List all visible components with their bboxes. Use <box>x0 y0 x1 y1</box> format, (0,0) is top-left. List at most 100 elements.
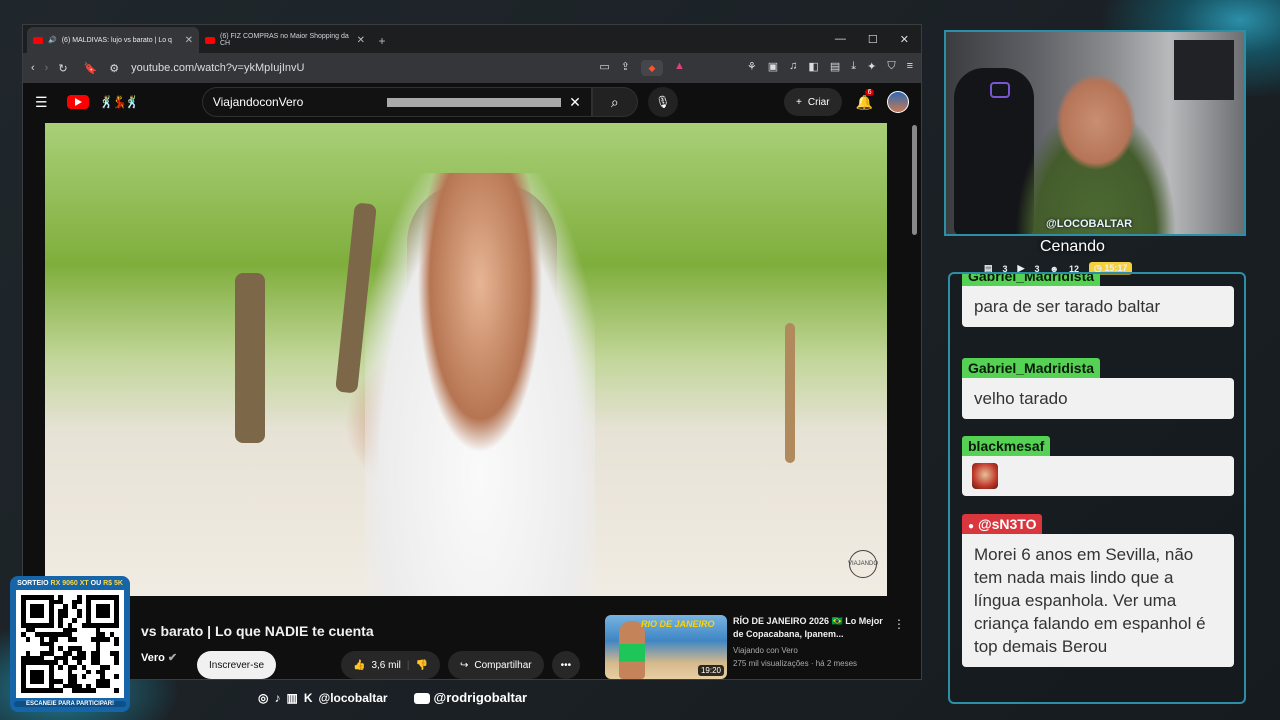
url-text: youtube.com/watch?v=ykMpIujInvU <box>131 62 305 74</box>
bookmark-icon[interactable]: 🔖 <box>84 62 98 75</box>
account-avatar[interactable] <box>887 91 909 113</box>
recommended-channel[interactable]: Viajando con Vero <box>733 644 887 657</box>
giveaway-qr-panel: SORTEIO RX 9060 XT OU R$ 5K ESCANEIE PAR… <box>10 576 130 712</box>
hamburger-icon[interactable]: ☰ <box>35 94 57 111</box>
back-icon[interactable]: ‹ <box>31 62 35 74</box>
page-scrollbar[interactable] <box>911 125 919 675</box>
chat-emote-bubble <box>962 456 1234 496</box>
search-input[interactable]: ViajandoconVero ✕ <box>201 87 592 117</box>
cast-icon[interactable]: ▭ <box>599 60 609 76</box>
voice-search-button[interactable]: 🎙 <box>647 87 678 117</box>
notification-badge: 6 <box>864 88 875 96</box>
dancers-icon: 🕺💃🕺 <box>99 95 140 109</box>
recommended-title[interactable]: RÍO DE JANEIRO 2026 🇧🇷 Lo Mejor de Copac… <box>733 615 887 641</box>
brave-shield-icon[interactable]: ◆ <box>641 60 663 76</box>
maximize-icon[interactable]: ☐ <box>868 33 878 46</box>
forward-icon[interactable]: › <box>45 62 49 74</box>
search-value: ViajandoconVero <box>212 95 304 109</box>
kick-icon: K <box>303 690 313 705</box>
share-icon[interactable]: ⇪ <box>621 60 630 76</box>
plus-icon: + <box>796 96 802 108</box>
channel-name-text: Vero <box>141 652 165 664</box>
qr-code[interactable] <box>16 590 124 698</box>
youtube-page: ☰ 🕺💃🕺 ViajandoconVero ✕ ⌕ 🎙 + Criar 🔔 6 <box>23 83 921 679</box>
wallet-icon[interactable]: ▤ <box>830 60 840 76</box>
create-button[interactable]: + Criar <box>784 88 842 116</box>
tiktok-icon: ♪ <box>274 690 281 705</box>
extensions-icon[interactable]: ⚘ <box>747 60 757 76</box>
window-controls: — ☐ ✕ <box>835 25 921 53</box>
giveaway-header: SORTEIO RX 9060 XT OU R$ 5K <box>14 580 126 587</box>
search-icon: ⌕ <box>610 93 619 110</box>
close-tab-icon[interactable]: ✕ <box>357 35 365 46</box>
notifications-button[interactable]: 🔔 6 <box>856 88 875 111</box>
tab-compras[interactable]: (6) FIZ COMPRAS no Maior Shopping da CH … <box>199 27 371 53</box>
chat-message: Gabriel_Madridista para de ser tarado ba… <box>962 274 1234 327</box>
video-duration: 19:20 <box>697 665 724 676</box>
omnibox[interactable]: 🔖 ⚙ youtube.com/watch?v=ykMpIujInvU <box>78 62 590 75</box>
badge-icon: ● <box>968 521 975 532</box>
chat-message: blackmesaf <box>962 436 1234 496</box>
chat-username: Gabriel_Madridista <box>962 274 1101 286</box>
youtube-icon <box>413 693 430 705</box>
social-handles: ◎ ♪ ▥ K @locobaltar @rodrigobaltar <box>258 690 527 705</box>
youtube-favicon-icon <box>205 36 215 44</box>
recommended-video[interactable]: RIO DE JANEIRO 19:20 RÍO DE JANEIRO 2026… <box>605 615 905 679</box>
share-button[interactable]: ↪ Compartilhar <box>447 651 544 679</box>
video-player[interactable]: VIAJANDO <box>45 123 887 596</box>
clear-search-icon[interactable]: ✕ <box>569 94 581 111</box>
vpn-icon[interactable]: ⛉ <box>887 60 895 76</box>
share-arrow-icon: ↪ <box>459 659 469 671</box>
tab-maldivas[interactable]: 🔊 (6) MALDIVAS: lujo vs barato | Lo q ✕ <box>27 27 199 53</box>
channel-name[interactable]: Vero ✔ <box>141 651 177 664</box>
palm-trunk <box>785 323 795 463</box>
header-actions: + Criar 🔔 6 <box>784 88 909 116</box>
menu-icon[interactable]: ≡ <box>907 60 913 76</box>
subscribe-button[interactable]: Inscrever-se <box>197 651 277 679</box>
youtube-logo-icon[interactable] <box>67 95 89 109</box>
extension-bar: ▭ ⇪ ◆ ▲ ⚘ ▣ ♫ ◧ ▤ ⤓ ✦ ⛉ ≡ <box>599 60 913 76</box>
close-tab-icon[interactable]: ✕ <box>185 35 193 46</box>
chat-message: ● @sN3TO Morei 6 anos em Sevilla, não te… <box>962 514 1234 667</box>
thumbs-up-icon: 👍 <box>353 659 366 671</box>
thumbnail-text: RIO DE JANEIRO <box>641 619 715 629</box>
rewards-icon[interactable]: ▲ <box>674 60 685 76</box>
download-icon[interactable]: ⤓ <box>851 60 856 76</box>
like-button[interactable]: 👍 3,6 mil | 👎 <box>341 651 440 679</box>
giveaway-footer: ESCANEIE PARA PARTICIPAR! <box>14 701 126 707</box>
thumbs-down-icon[interactable]: 👎 <box>416 660 428 671</box>
sidebar-icon[interactable]: ◧ <box>808 60 818 76</box>
screenshot-icon[interactable]: ▣ <box>768 60 778 76</box>
social-icons: ◎ ♪ ▥ K @locobaltar <box>258 691 388 705</box>
more-actions-button[interactable]: ••• <box>551 651 581 679</box>
tab-bar: 🔊 (6) MALDIVAS: lujo vs barato | Lo q ✕ … <box>23 25 921 53</box>
video-actions: 👍 3,6 mil | 👎 ↪ Compartilhar ••• <box>341 651 581 679</box>
cam-status: Cenando <box>1040 238 1105 255</box>
twitch-icon: ▥ <box>286 690 298 705</box>
leo-icon[interactable]: ✦ <box>867 60 876 76</box>
giveaway-prize: R$ 5K <box>103 580 123 587</box>
music-icon[interactable]: ♫ <box>789 60 797 76</box>
reload-icon[interactable]: ↻ <box>58 62 67 75</box>
search-button[interactable]: ⌕ <box>591 87 638 117</box>
giveaway-item: RX 9060 XT <box>50 580 89 587</box>
recommended-thumbnail[interactable]: RIO DE JANEIRO 19:20 <box>605 615 727 679</box>
recommended-info: RÍO DE JANEIRO 2026 🇧🇷 Lo Mejor de Copac… <box>733 615 887 679</box>
more-icon: ••• <box>560 659 572 671</box>
keyboard-icon[interactable] <box>386 97 562 107</box>
speaker-icon: 🔊 <box>48 37 57 44</box>
minimize-icon[interactable]: — <box>835 33 846 45</box>
site-info-icon[interactable]: ⚙ <box>109 62 119 75</box>
close-window-icon[interactable]: ✕ <box>900 33 909 46</box>
kebab-menu-icon[interactable]: ⋮ <box>893 615 905 679</box>
chat-text: velho tarado <box>962 378 1234 419</box>
emote-icon <box>972 463 998 489</box>
youtube-favicon-icon <box>33 36 43 44</box>
new-tab-button[interactable]: + <box>371 29 393 53</box>
address-bar-row: ‹ › ↻ 🔖 ⚙ youtube.com/watch?v=ykMpIujInv… <box>23 53 921 83</box>
youtube-handle: @rodrigobaltar <box>413 690 527 705</box>
chat-message: Gabriel_Madridista velho tarado <box>962 358 1234 419</box>
chat-text: Morei 6 anos em Sevilla, não tem nada ma… <box>962 534 1234 667</box>
instagram-icon: ◎ <box>258 690 269 705</box>
scrollbar-thumb[interactable] <box>912 125 917 235</box>
